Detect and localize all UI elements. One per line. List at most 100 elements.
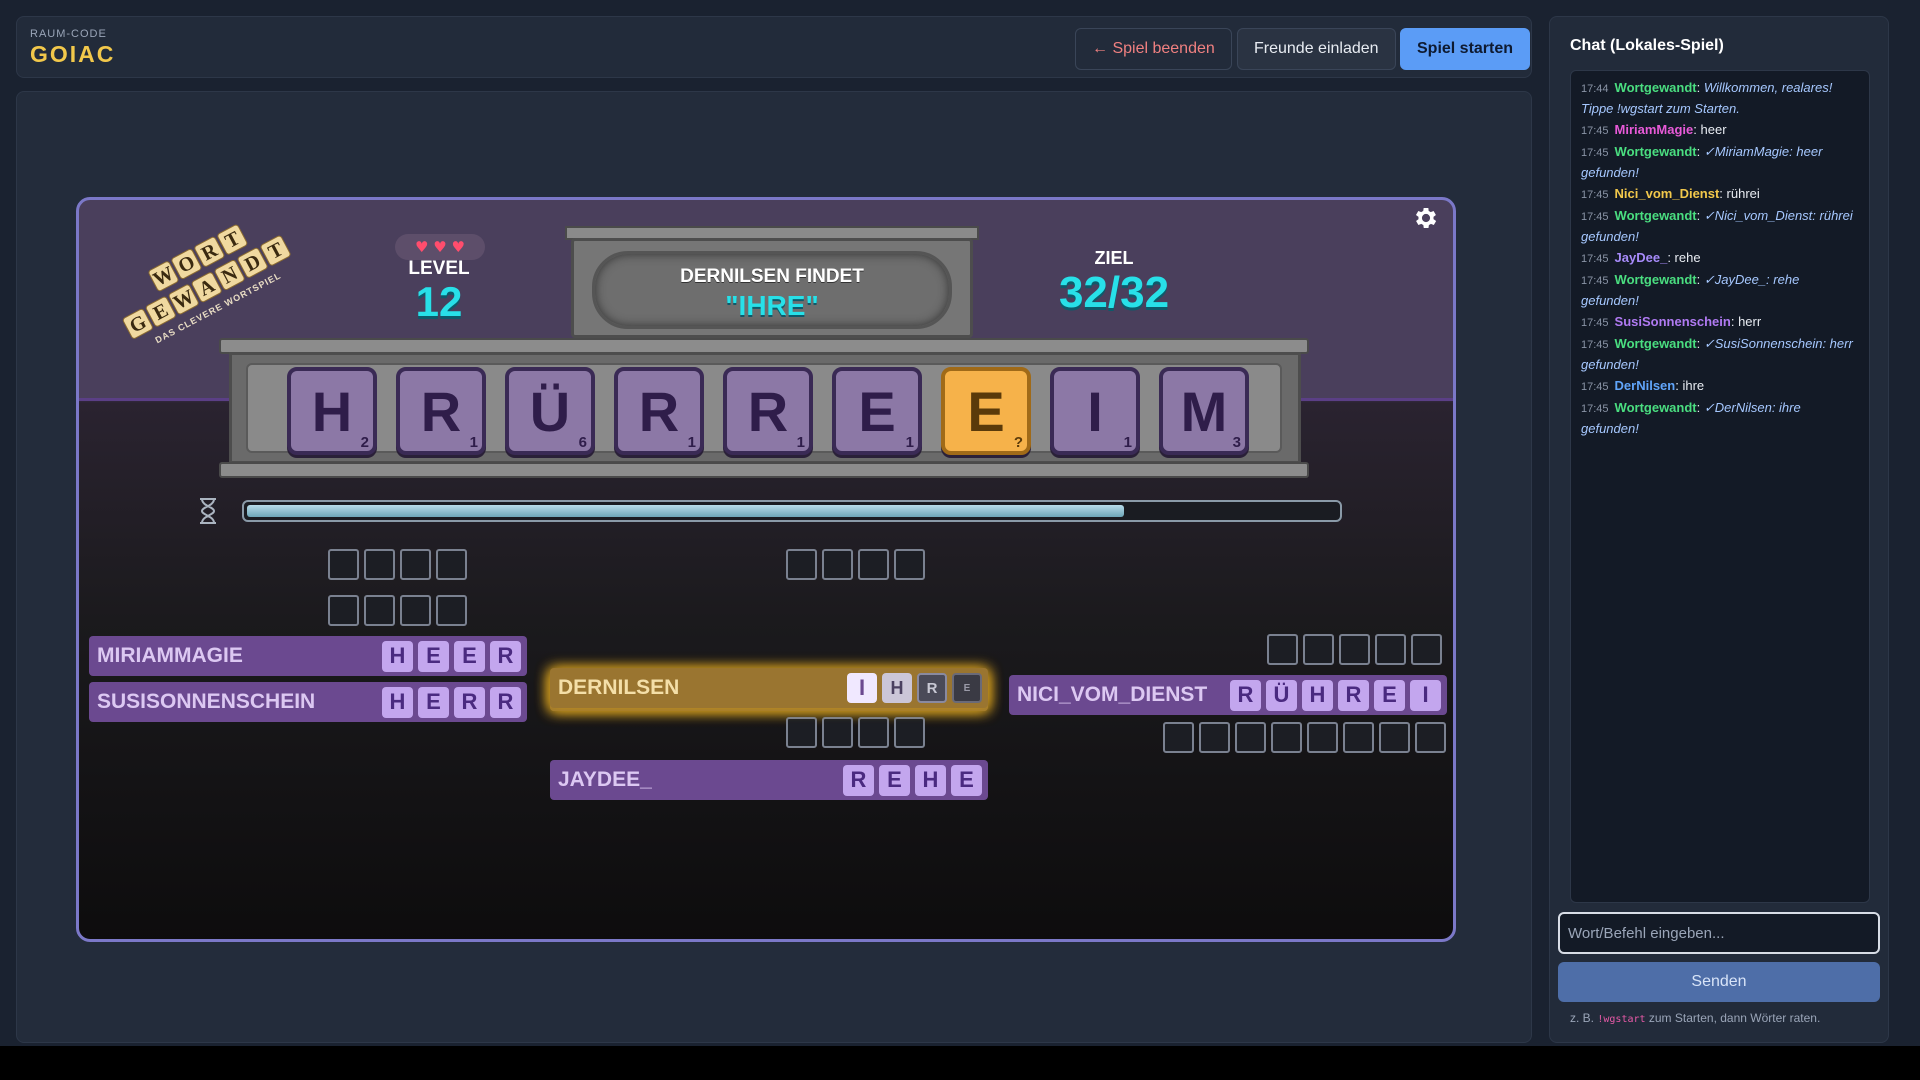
chat-message: 17:45 Wortgewandt: ✓MiriamMagie: heer gef… <box>1581 144 1823 180</box>
message-user: Wortgewandt <box>1614 400 1697 415</box>
player-name: NICI_VOM_DIENST <box>1017 683 1208 706</box>
message-user: Wortgewandt <box>1614 144 1697 159</box>
message-time: 17:45 <box>1581 189 1609 201</box>
chat-message: 17:45 Wortgewandt: ✓SusiSonnenschein: her… <box>1581 336 1853 372</box>
player-name: JAYDEE_ <box>558 768 652 791</box>
game-canvas[interactable]: WORT GEWANDT DAS CLEVERE WORTSPIEL ♥ ♥ ♥… <box>76 197 1456 942</box>
tile-points: 1 <box>687 434 696 451</box>
letter-tiles: H 2 R 1 Ü 6 R 1 R 1 E 1 E? I 1 M 3 <box>287 367 1249 455</box>
player-row-miriammagie: MIRIAMMAGIE H E E R <box>89 636 527 676</box>
player-word-tiles: R E H E <box>843 764 982 796</box>
tile-points: 3 <box>1232 434 1241 451</box>
message-time: 17:45 <box>1581 381 1609 393</box>
message-time: 17:45 <box>1581 339 1609 351</box>
player-word-tiles: H E E R <box>382 640 521 672</box>
tile-points: 1 <box>905 434 914 451</box>
message-user: Wortgewandt <box>1614 208 1697 223</box>
chat-message: 17:45 DerNilsen: ihre <box>1581 378 1705 393</box>
player-row-nici-vom-dienst: NICI_VOM_DIENST R Ü H R E I <box>1009 675 1447 715</box>
letter-tile[interactable]: I1 <box>1050 367 1140 455</box>
tile-letter: M <box>1180 379 1228 443</box>
room-code-label: RAUM-CODE <box>30 28 107 40</box>
letter-tile[interactable]: R1 <box>396 367 486 455</box>
letter-tile[interactable]: R1 <box>723 367 813 455</box>
chat-panel: Chat (Lokales-Spiel) 17:44 Wortgewandt: W… <box>1549 16 1889 1043</box>
invite-friends-button[interactable]: Freunde einladen <box>1237 28 1396 70</box>
message-user: MiriamMagie <box>1614 122 1694 137</box>
tile-points: 1 <box>469 434 478 451</box>
empty-word-slots <box>786 549 925 580</box>
message-user: Wortgewandt <box>1614 80 1697 95</box>
letter-tile[interactable]: R1 <box>614 367 704 455</box>
timer-fill <box>247 505 1125 517</box>
message-text: rehe <box>1674 250 1701 265</box>
message-user: Wortgewandt <box>1614 336 1697 351</box>
logo-letter: W <box>170 285 198 314</box>
settings-gear-icon[interactable] <box>1412 204 1440 232</box>
letter-tile[interactable]: E1 <box>832 367 922 455</box>
finder-text: DERNILSEN FINDET <box>680 266 864 287</box>
message-time: 17:45 <box>1581 211 1609 223</box>
chat-message: 17:45 Wortgewandt: ✓JayDee_: rehe gefunde… <box>1581 272 1800 308</box>
message-text: heer <box>1700 122 1727 137</box>
message-time: 17:45 <box>1581 253 1609 265</box>
message-text: herr <box>1738 314 1762 329</box>
hourglass-icon <box>200 498 216 524</box>
player-row-jaydee: JAYDEE_ R E H E <box>550 760 988 800</box>
player-word-tiles: H E R R <box>382 686 521 718</box>
message-time: 17:45 <box>1581 317 1609 329</box>
player-name: DERNILSEN <box>558 676 680 699</box>
chat-log[interactable]: 17:44 Wortgewandt: Willkommen, realares! … <box>1570 70 1870 903</box>
tile-points: 2 <box>360 434 369 451</box>
empty-word-slots <box>328 549 467 580</box>
room-code: GOIAC <box>30 41 116 67</box>
letter-tile-joker[interactable]: E? <box>941 367 1031 455</box>
player-name: MIRIAMMAGIE <box>97 644 243 667</box>
letter-tile[interactable]: H2 <box>287 367 377 455</box>
letter-tile[interactable]: M3 <box>1159 367 1249 455</box>
chat-message: 17:45 MiriamMagie: heer <box>1581 122 1727 137</box>
message-text: rührei <box>1726 186 1760 201</box>
tile-letter: E <box>967 379 1005 443</box>
empty-word-slots <box>786 717 925 748</box>
letter-tile[interactable]: Ü6 <box>505 367 595 455</box>
chat-message: 17:45 SusiSonnenschein: herr <box>1581 314 1762 329</box>
bottom-bar <box>0 1046 1920 1080</box>
empty-word-slots <box>1267 634 1442 665</box>
level-value: 12 <box>415 278 463 325</box>
chat-message: 17:45 JayDee_: rehe <box>1581 250 1701 265</box>
lives-hearts: ♥ ♥ ♥ <box>395 234 485 260</box>
logo-letter: W <box>150 262 178 291</box>
found-word: "IHRE" <box>725 290 819 321</box>
hint-command: !wgstart <box>1597 1014 1646 1025</box>
start-game-button[interactable]: Spiel starten <box>1400 28 1531 70</box>
player-name: SUSISONNENSCHEIN <box>97 690 316 713</box>
timer-bar <box>242 500 1342 522</box>
chat-input[interactable] <box>1558 912 1880 954</box>
shelf-base <box>219 462 1309 478</box>
message-time: 17:45 <box>1581 275 1609 287</box>
empty-word-slots <box>1163 722 1446 753</box>
chat-message: 17:44 Wortgewandt: Willkommen, realares! … <box>1581 80 1833 116</box>
chat-message: 17:45 Nici_vom_Dienst: rührei <box>1581 186 1760 201</box>
tile-points: 1 <box>1123 434 1132 451</box>
tile-letter: I <box>1087 379 1103 443</box>
send-button[interactable]: Senden <box>1558 962 1880 1002</box>
chat-title: Chat (Lokales-Spiel) <box>1570 37 1724 54</box>
end-game-button[interactable]: ← Spiel beenden <box>1075 28 1232 70</box>
tile-letter: R <box>747 379 789 443</box>
message-time: 17:44 <box>1581 83 1609 95</box>
message-time: 17:45 <box>1581 125 1609 137</box>
goal-label: ZIEL <box>1094 248 1134 268</box>
message-time: 17:45 <box>1581 403 1609 415</box>
player-word-tiles: I H R E <box>847 673 982 703</box>
chat-message: 17:45 Wortgewandt: ✓DerNilsen: ihre gefun… <box>1581 400 1801 436</box>
tile-letter: Ü <box>529 379 571 443</box>
goal-value: 32/32 <box>1058 268 1170 317</box>
tile-letter: R <box>420 379 462 443</box>
message-text: ihre <box>1682 378 1705 393</box>
tile-points: ? <box>1013 434 1023 451</box>
tile-points: 6 <box>578 434 587 451</box>
player-word-tiles: R Ü H R E I <box>1230 679 1441 711</box>
message-user: SusiSonnenschein <box>1614 314 1731 329</box>
